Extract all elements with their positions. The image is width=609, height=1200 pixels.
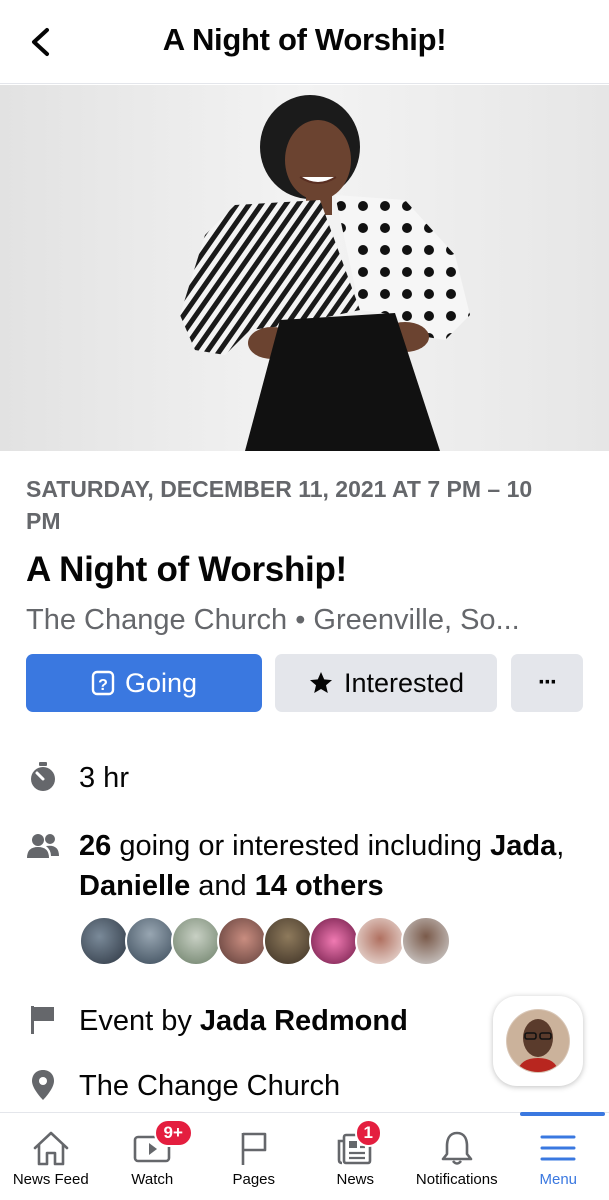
- event-place-link[interactable]: The Change Church • Greenville, So...: [26, 604, 586, 637]
- attendees-row[interactable]: 26 going or interested including Jada, D…: [26, 826, 589, 906]
- attendee-avatar: [309, 916, 359, 966]
- attendee-avatar: [401, 916, 451, 966]
- tab-menu[interactable]: Menu: [508, 1112, 609, 1200]
- tab-label: News Feed: [12, 1171, 89, 1188]
- people-icon: [26, 829, 60, 863]
- attendees-text: 26 going or interested including Jada, D…: [79, 826, 589, 906]
- home-icon: [33, 1131, 69, 1166]
- attendee-avatar: [125, 916, 175, 966]
- attendee-and: and: [190, 870, 255, 902]
- attendee-avatar: [263, 916, 313, 966]
- attendee-others[interactable]: 14 others: [255, 870, 384, 902]
- attendee-avatars[interactable]: [79, 916, 451, 966]
- menu-icon: [540, 1135, 576, 1161]
- top-header: A Night of Worship!: [0, 0, 609, 84]
- going-label: Going: [124, 667, 198, 698]
- attendee-count: 26: [79, 830, 112, 862]
- going-button[interactable]: ? Going: [26, 654, 262, 712]
- host-text: Event by Jada Redmond: [79, 1001, 408, 1041]
- rsvp-question-icon: ?: [91, 670, 115, 696]
- tab-label: Notifications: [415, 1171, 498, 1188]
- location-text: The Change Church: [79, 1070, 341, 1102]
- attendee-avatar: [217, 916, 267, 966]
- news-badge: 1: [354, 1119, 382, 1147]
- more-dots-icon: ···: [538, 669, 558, 696]
- flag-icon: [26, 1003, 60, 1037]
- event-date: SATURDAY, DECEMBER 11, 2021 AT 7 PM – 10…: [26, 476, 533, 534]
- attendee-avatar: [171, 916, 221, 966]
- tab-notifications[interactable]: Notifications: [406, 1113, 508, 1200]
- event-cover-photo[interactable]: [0, 85, 609, 451]
- host-prefix: Event by: [79, 1005, 200, 1037]
- tab-label: Menu: [539, 1171, 578, 1188]
- tab-watch[interactable]: 9+ Watch: [102, 1113, 204, 1200]
- watch-badge: 9+: [153, 1119, 193, 1147]
- event-title: A Night of Worship!: [26, 550, 347, 589]
- bell-icon: [441, 1131, 473, 1165]
- location-row[interactable]: The Change Church: [26, 1066, 589, 1106]
- stopwatch-icon: [26, 760, 60, 794]
- star-icon: [308, 670, 334, 696]
- attendee-text-mid: going or interested including: [111, 830, 491, 862]
- tab-label: News: [336, 1171, 374, 1188]
- duration-text: 3 hr: [79, 762, 129, 794]
- duration-row: 3 hr: [26, 758, 589, 798]
- attendee-name-2[interactable]: Danielle: [79, 870, 190, 902]
- interested-button[interactable]: Interested: [275, 654, 497, 712]
- interested-label: Interested: [343, 667, 465, 698]
- tab-pages[interactable]: Pages: [203, 1113, 305, 1200]
- host-name[interactable]: Jada Redmond: [200, 1005, 408, 1037]
- bottom-tab-bar: News Feed 9+ Watch Pages 1 News Notifica…: [0, 1112, 609, 1200]
- map-pin-icon: [26, 1068, 60, 1102]
- flag-icon: [241, 1132, 267, 1165]
- svg-text:?: ?: [98, 677, 108, 694]
- attendee-avatar: [355, 916, 405, 966]
- tab-label: Pages: [232, 1171, 276, 1188]
- tab-label: Watch: [131, 1171, 174, 1188]
- more-options-button[interactable]: ···: [511, 654, 583, 712]
- attendee-name-1[interactable]: Jada: [490, 830, 556, 862]
- tab-news-feed[interactable]: News Feed: [0, 1113, 102, 1200]
- tab-news[interactable]: 1 News: [305, 1113, 407, 1200]
- attendee-avatar: [79, 916, 129, 966]
- header-title: A Night of Worship!: [162, 22, 447, 57]
- attendee-sep: ,: [556, 830, 565, 862]
